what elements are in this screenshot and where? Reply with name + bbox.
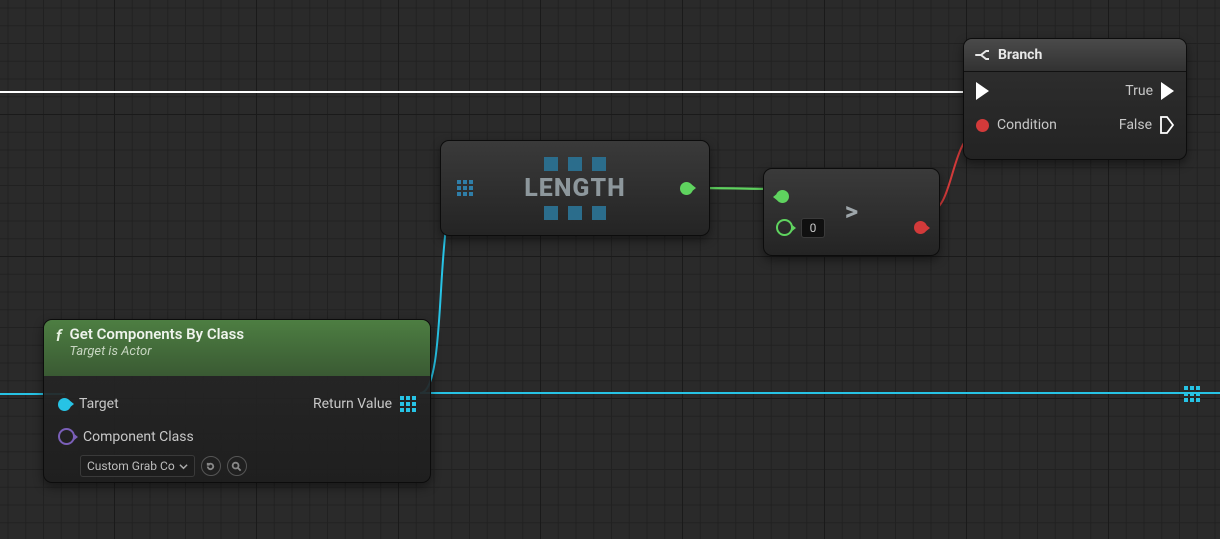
operator-label: > xyxy=(845,197,858,227)
length-pattern-bottom xyxy=(544,206,606,220)
branch-icon xyxy=(974,48,990,62)
pin-return-value-label: Return Value xyxy=(313,396,392,412)
compare-b-default-value[interactable]: 0 xyxy=(801,218,825,238)
node-title: Branch xyxy=(998,47,1042,63)
length-title: LENGTH xyxy=(524,174,625,203)
pin-compare-a-in[interactable] xyxy=(776,190,789,203)
pin-compare-b-in[interactable] xyxy=(776,219,793,236)
browse-asset-button[interactable] xyxy=(227,456,247,476)
pin-branch-exec-in[interactable] xyxy=(976,82,989,100)
blueprint-graph-canvas[interactable]: f Get Components By Class Target is Acto… xyxy=(0,0,1220,539)
pin-return-value-out[interactable] xyxy=(400,396,416,412)
class-picker-value: Custom Grab Co xyxy=(87,459,175,473)
node-subtitle: Target is Actor xyxy=(70,344,245,359)
pin-branch-false-label: False xyxy=(1119,117,1152,133)
pin-branch-true-label: True xyxy=(1125,83,1153,99)
node-array-length[interactable]: LENGTH xyxy=(440,140,710,236)
pin-branch-condition-label: Condition xyxy=(997,117,1057,133)
pin-compare-bool-out[interactable] xyxy=(914,221,927,234)
pin-branch-false-out[interactable] xyxy=(1160,116,1174,134)
pin-component-class-label: Component Class xyxy=(83,429,194,445)
pin-target-in[interactable] xyxy=(58,398,71,411)
node-header[interactable]: Branch xyxy=(964,39,1186,72)
pin-component-class-in[interactable] xyxy=(58,428,75,445)
node-get-components-by-class[interactable]: f Get Components By Class Target is Acto… xyxy=(43,319,431,483)
pin-branch-condition-in[interactable] xyxy=(976,119,989,132)
pin-branch-true-out[interactable] xyxy=(1161,82,1174,100)
function-icon: f xyxy=(56,325,62,347)
class-picker-dropdown[interactable]: Custom Grab Co xyxy=(80,455,195,477)
pin-length-int-out[interactable] xyxy=(680,182,693,195)
node-greater-than[interactable]: > 0 xyxy=(763,168,940,256)
pin-length-array-in[interactable] xyxy=(457,180,473,196)
node-branch[interactable]: Branch True Condition False xyxy=(963,38,1187,160)
pin-target-label: Target xyxy=(79,396,119,412)
chevron-down-icon xyxy=(179,462,188,471)
reset-to-default-button[interactable] xyxy=(201,456,221,476)
node-title: Get Components By Class xyxy=(70,325,245,343)
node-header[interactable]: f Get Components By Class Target is Acto… xyxy=(44,320,430,376)
reroute-array-pin[interactable] xyxy=(1184,386,1200,402)
length-pattern-top xyxy=(544,157,606,171)
